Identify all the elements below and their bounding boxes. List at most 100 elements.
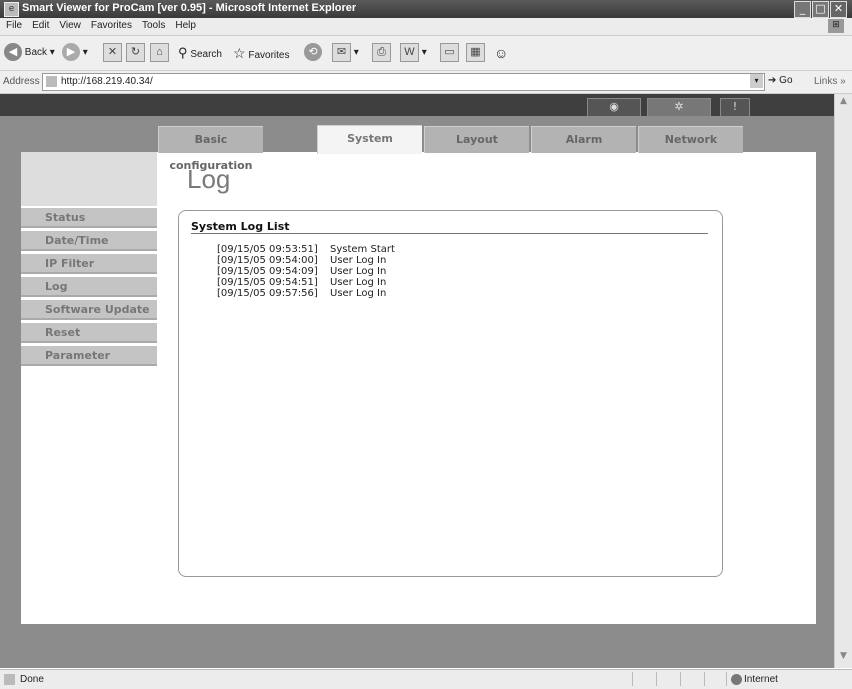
minimize-button[interactable]: _ — [794, 1, 811, 18]
research-button[interactable]: ▦ — [466, 43, 485, 63]
log-row: [09/15/05 09:54:51] User Log In — [217, 277, 386, 288]
menu-file[interactable]: File — [2, 18, 26, 33]
back-button[interactable]: ◀ Back ▾ — [4, 43, 55, 63]
sidebar-fill — [21, 368, 157, 624]
print-button[interactable]: ⎙ — [372, 43, 391, 63]
stop-button[interactable]: ✕ — [103, 43, 122, 63]
log-panel-divider — [191, 233, 708, 234]
sidebar-item-software-update[interactable]: Software Update — [21, 300, 157, 320]
log-row: [09/15/05 09:53:51] System Start — [217, 244, 395, 255]
status-bar: Done Internet — [0, 669, 852, 689]
home-button[interactable]: ⌂ — [150, 43, 169, 63]
tab-basic-configuration[interactable]: Basic configuration — [158, 126, 263, 172]
search-label: Search — [190, 49, 222, 60]
back-label: Back — [24, 47, 48, 58]
links-button[interactable]: Links » — [814, 76, 846, 87]
help-info-button[interactable]: ! — [720, 98, 750, 117]
mail-button[interactable]: ✉ ▾ — [332, 43, 359, 63]
log-timestamp: [09/15/05 09:53:51] — [217, 244, 318, 255]
right-margin — [816, 152, 834, 624]
mail-icon: ✉ — [332, 43, 351, 62]
status-divider — [680, 672, 681, 686]
refresh-button[interactable]: ↻ — [126, 43, 145, 63]
status-divider — [656, 672, 657, 686]
home-icon: ⌂ — [150, 43, 169, 62]
status-divider — [632, 672, 633, 686]
edit-button[interactable]: W ▾ — [400, 43, 427, 63]
log-timestamp: [09/15/05 09:54:09] — [217, 266, 318, 277]
status-text: Done — [20, 674, 44, 685]
print-icon: ⎙ — [372, 43, 391, 62]
tab-system[interactable]: System — [317, 125, 422, 154]
page-title: Log — [187, 164, 231, 194]
page-icon — [46, 76, 57, 87]
log-row: [09/15/05 09:54:00] User Log In — [217, 255, 386, 266]
status-divider — [704, 672, 705, 686]
info-icon: ! — [732, 100, 738, 113]
close-button[interactable]: ✕ — [830, 1, 847, 18]
vertical-scrollbar[interactable]: ▲ ▼ — [834, 94, 852, 668]
address-input[interactable]: http://168.219.40.34/ — [42, 73, 765, 91]
address-bar: Address http://168.219.40.34/ ▾ ➔ Go Lin… — [0, 71, 852, 94]
browser-toolbar: ◀ Back ▾ ▶ ▾ ✕ ↻ ⌂ ⚲ Search ☆ Favorites … — [0, 36, 852, 71]
messenger-button[interactable]: ☺ — [494, 43, 508, 63]
globe-icon — [731, 674, 742, 685]
log-event: User Log In — [330, 266, 387, 277]
search-button[interactable]: ⚲ Search — [178, 43, 222, 63]
sidebar-item-status[interactable]: Status — [21, 208, 157, 228]
refresh-icon: ↻ — [126, 43, 145, 62]
tab-network[interactable]: Network — [638, 126, 743, 153]
favorites-button[interactable]: ☆ Favorites — [233, 43, 289, 63]
sidebar-item-parameter[interactable]: Parameter — [21, 346, 157, 366]
links-label: Links — [814, 76, 838, 87]
view-mode-button[interactable]: ◉ — [587, 98, 641, 117]
security-zone: Internet — [744, 674, 778, 685]
search-icon: ⚲ — [178, 45, 188, 60]
menu-favorites[interactable]: Favorites — [87, 18, 136, 33]
word-edit-icon: W — [400, 43, 419, 62]
menu-tools[interactable]: Tools — [138, 18, 169, 33]
go-button[interactable]: ➔ Go — [768, 75, 793, 86]
log-panel-title: System Log List — [191, 220, 290, 233]
address-dropdown-button[interactable]: ▾ — [750, 74, 763, 88]
sidebar-item-reset[interactable]: Reset — [21, 323, 157, 343]
scroll-up-icon[interactable]: ▲ — [837, 96, 850, 109]
messenger-icon: ☺ — [494, 45, 509, 61]
log-event: User Log In — [330, 255, 387, 266]
log-timestamp: [09/15/05 09:57:56] — [217, 288, 318, 299]
star-icon: ☆ — [233, 45, 246, 61]
forward-button[interactable]: ▶ ▾ — [62, 43, 88, 63]
log-event: User Log In — [330, 288, 387, 299]
back-arrow-icon: ◀ — [4, 43, 22, 62]
page-status-icon — [4, 674, 15, 685]
eye-icon: ◉ — [609, 100, 619, 113]
address-label: Address — [3, 76, 40, 87]
go-arrow-icon: ➔ — [768, 75, 777, 86]
log-event: User Log In — [330, 277, 387, 288]
stop-icon: ✕ — [103, 43, 122, 62]
sidebar-item-ip-filter[interactable]: IP Filter — [21, 254, 157, 274]
log-row: [09/15/05 09:57:56] User Log In — [217, 288, 386, 299]
tab-layout[interactable]: Layout — [424, 126, 529, 153]
sidebar-header — [21, 152, 157, 206]
title-bar: e Smart Viewer for ProCam [ver 0.95] - M… — [0, 0, 852, 18]
setup-mode-button[interactable]: ✲ — [647, 98, 711, 117]
maximize-button[interactable]: □ — [812, 1, 829, 18]
windows-logo-icon: ⊞ — [828, 19, 844, 33]
log-row: [09/15/05 09:54:09] User Log In — [217, 266, 386, 277]
menu-view[interactable]: View — [55, 18, 85, 33]
window-title: Smart Viewer for ProCam [ver 0.95] - Mic… — [22, 2, 357, 14]
address-url: http://168.219.40.34/ — [61, 76, 153, 87]
top-strip-divider — [568, 98, 574, 115]
menu-edit[interactable]: Edit — [28, 18, 53, 33]
status-divider — [726, 672, 727, 686]
sidebar-item-log[interactable]: Log — [21, 277, 157, 297]
history-button[interactable]: ⟲ — [304, 43, 322, 63]
page-footer-band — [0, 624, 834, 668]
tab-alarm[interactable]: Alarm — [531, 126, 636, 153]
sidebar-item-date-time[interactable]: Date/Time — [21, 231, 157, 251]
scroll-down-icon[interactable]: ▼ — [837, 651, 850, 664]
menu-help[interactable]: Help — [171, 18, 200, 33]
history-icon: ⟲ — [304, 43, 322, 62]
discuss-button[interactable]: ▭ — [440, 43, 459, 63]
